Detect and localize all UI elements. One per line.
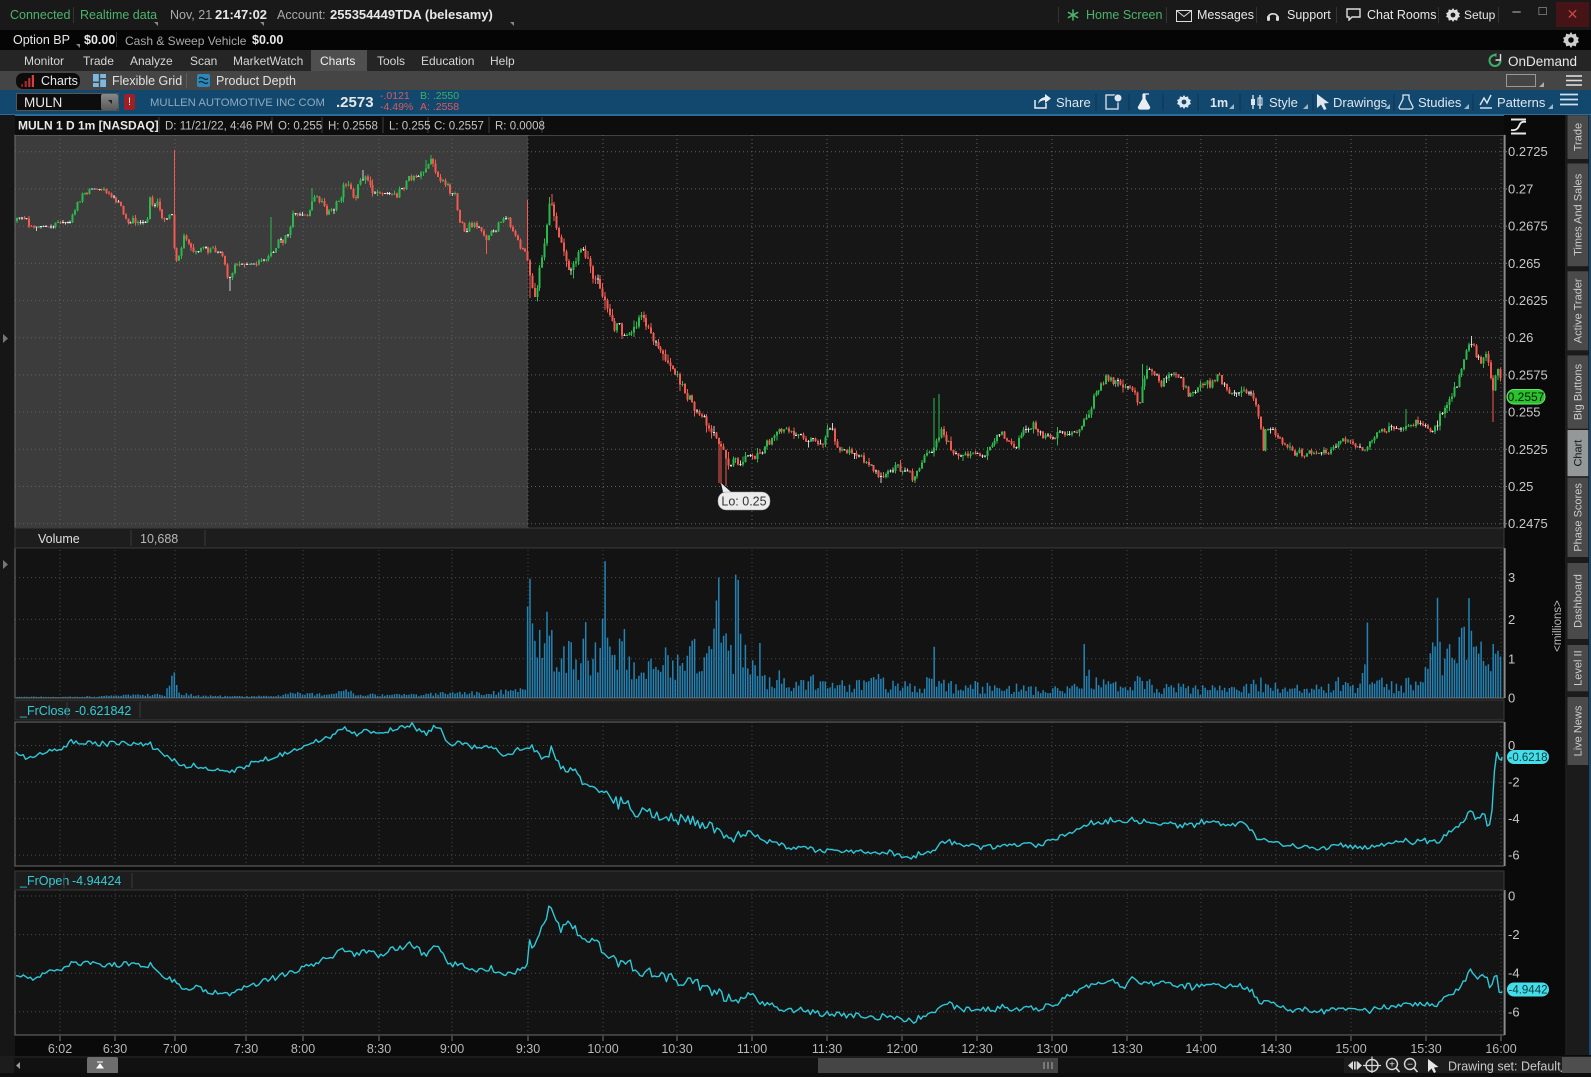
svg-text:6:30: 6:30 [103,1042,127,1056]
svg-text:14:00: 14:00 [1185,1042,1216,1056]
svg-text:-4: -4 [1508,811,1520,826]
svg-text:+: + [1389,1060,1395,1071]
svg-text:-6: -6 [1508,848,1520,863]
svg-text:Times And Sales: Times And Sales [1573,173,1585,256]
svg-text:0: 0 [1508,889,1515,904]
svg-text:-4.9442: -4.9442 [1508,985,1547,997]
svg-text:Share: Share [1056,95,1091,110]
svg-text:16:00: 16:00 [1485,1042,1516,1056]
svg-text:11:00: 11:00 [737,1042,767,1056]
svg-text:0.27: 0.27 [1508,181,1533,196]
svg-text:Chart: Chart [1573,440,1585,467]
svg-text:Trade: Trade [1573,123,1585,151]
svg-text:Level II: Level II [1573,650,1585,685]
svg-text:−: − [1407,1060,1413,1071]
svg-text:Style: Style [1269,95,1298,110]
svg-text:MULN 1 D 1m [NASDAQ]: MULN 1 D 1m [NASDAQ] [18,119,159,133]
svg-text:-0.621842: -0.621842 [75,704,131,718]
svg-text:12:00: 12:00 [886,1042,917,1056]
svg-text:8:00: 8:00 [291,1042,315,1056]
svg-text:-2: -2 [1508,927,1520,942]
svg-text:C: 0.2557: C: 0.2557 [434,121,484,133]
svg-text:-0.6218: -0.6218 [1508,752,1547,764]
svg-text:<millions>: <millions> [1552,600,1564,652]
svg-text:3: 3 [1508,570,1515,585]
svg-text:-4.94424: -4.94424 [72,874,121,888]
svg-text:Active Trader: Active Trader [1573,278,1585,343]
svg-text:12:30: 12:30 [961,1042,992,1056]
svg-text:Drawing set: Default: Drawing set: Default [1448,1060,1561,1074]
svg-text:0.26: 0.26 [1508,330,1533,345]
svg-text:H: 0.2558: H: 0.2558 [328,121,378,133]
svg-text:Volume: Volume [38,532,80,546]
svg-text:13:00: 13:00 [1036,1042,1067,1056]
svg-text:9:30: 9:30 [516,1042,540,1056]
svg-text:-6: -6 [1508,1004,1520,1019]
svg-text:10:30: 10:30 [661,1042,692,1056]
svg-text:10:00: 10:00 [587,1042,618,1056]
svg-text:14:30: 14:30 [1260,1042,1291,1056]
svg-text:D: 11/21/22, 4:46 PM: D: 11/21/22, 4:46 PM [165,121,273,133]
svg-text:Dashboard: Dashboard [1573,574,1585,628]
svg-text:7:00: 7:00 [163,1042,187,1056]
svg-text:0.255: 0.255 [1508,405,1541,420]
svg-text:1m: 1m [1210,96,1228,110]
svg-text:0.265: 0.265 [1508,256,1541,271]
svg-text:15:30: 15:30 [1410,1042,1441,1056]
svg-text:10,688: 10,688 [140,532,178,546]
svg-text:15:00: 15:00 [1335,1042,1366,1056]
svg-text:_FrOpen: _FrOpen [19,874,69,888]
svg-text:Phase Scores: Phase Scores [1573,483,1585,552]
svg-text:2: 2 [1508,612,1515,627]
svg-text:Lo: 0.25: Lo: 0.25 [721,495,766,509]
svg-text:Big Buttons: Big Buttons [1573,363,1585,420]
svg-text:R: 0.0008: R: 0.0008 [495,121,545,133]
svg-text:0.2625: 0.2625 [1508,293,1548,308]
svg-text:13:30: 13:30 [1111,1042,1142,1056]
svg-text:9:00: 9:00 [440,1042,464,1056]
svg-text:0.2675: 0.2675 [1508,219,1548,234]
svg-text:L: 0.255: L: 0.255 [389,121,431,133]
svg-text:_FrClose: _FrClose [19,704,71,718]
svg-text:11:30: 11:30 [812,1042,842,1056]
svg-text:Live News: Live News [1573,705,1585,756]
svg-text:6:02: 6:02 [48,1042,72,1056]
svg-text:0.2557: 0.2557 [1508,390,1545,404]
svg-text:0.2475: 0.2475 [1508,516,1548,531]
svg-text:Patterns: Patterns [1497,95,1546,110]
svg-text:0.2725: 0.2725 [1508,144,1548,159]
svg-text:-2: -2 [1508,775,1520,790]
svg-text:-4: -4 [1508,966,1520,981]
svg-text:1: 1 [1508,651,1515,666]
svg-text:0: 0 [1508,691,1515,706]
svg-text:0.25: 0.25 [1508,479,1533,494]
svg-text:8:30: 8:30 [367,1042,391,1056]
svg-text:O: 0.255: O: 0.255 [278,121,322,133]
svg-text:0.2525: 0.2525 [1508,442,1548,457]
svg-text:Studies: Studies [1418,95,1462,110]
svg-text:0.2575: 0.2575 [1508,367,1548,382]
svg-text:Drawings: Drawings [1333,95,1388,110]
svg-text:7:30: 7:30 [234,1042,258,1056]
